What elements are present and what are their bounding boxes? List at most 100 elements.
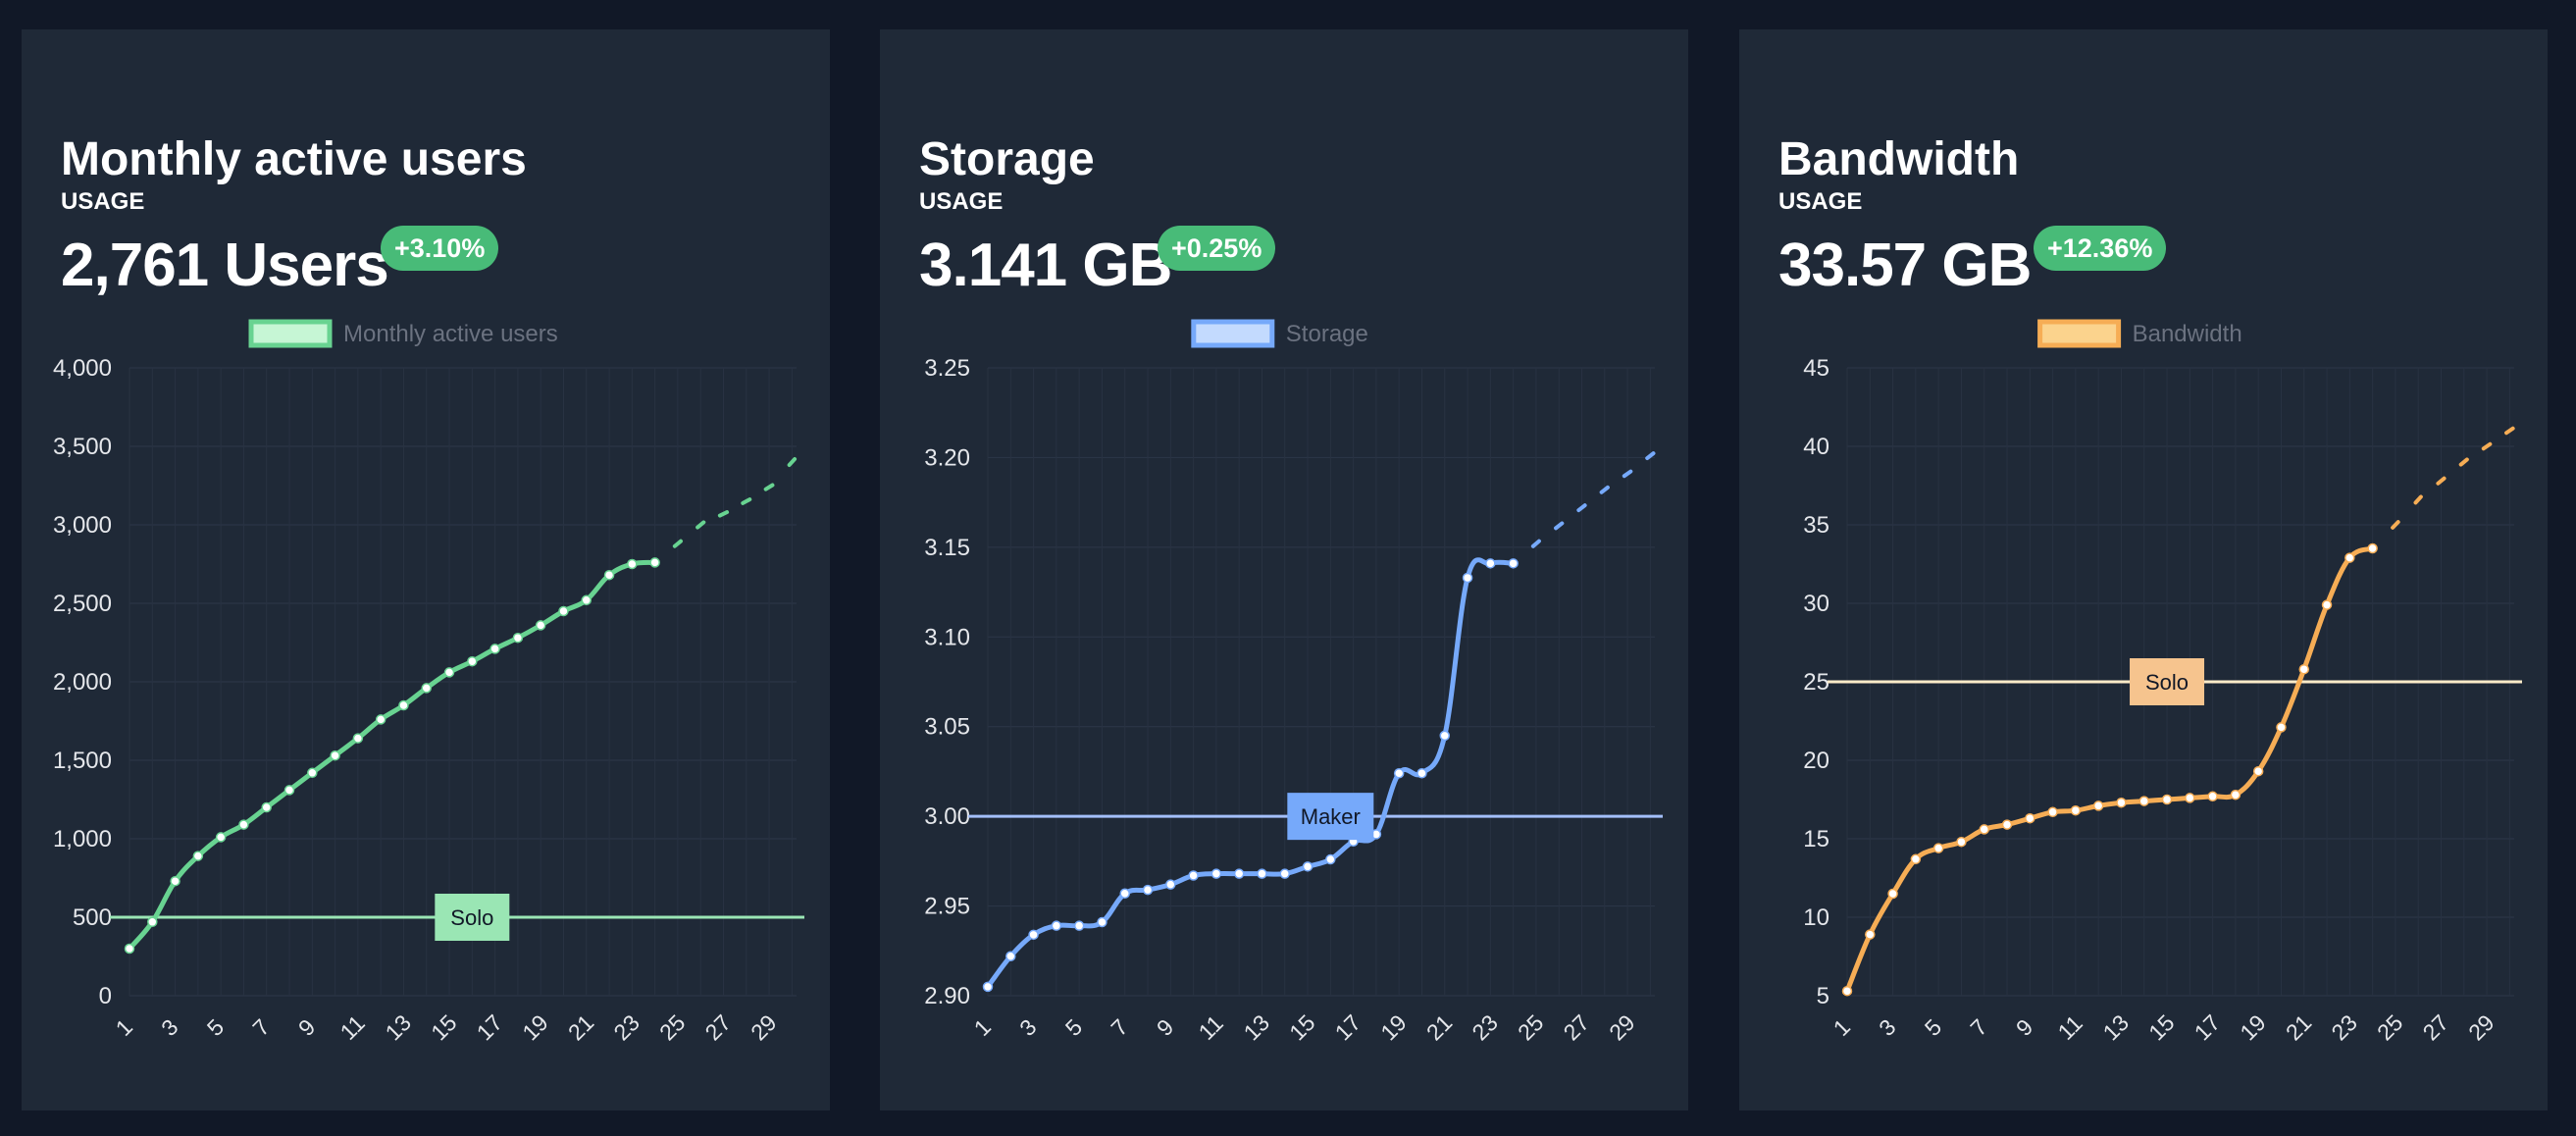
chart-monthly-active-users: Monthly active users 0 500 1,000 1,500 2,000 2… xyxy=(53,319,804,1046)
data-point xyxy=(2185,793,2195,803)
y-tick-label: 35 xyxy=(1803,512,1829,539)
x-tick-label: 3 xyxy=(1874,1014,1900,1041)
y-tick-label: 3,500 xyxy=(53,434,112,460)
data-point xyxy=(1932,843,1944,853)
y-tick-label: 500 xyxy=(73,904,112,931)
y-tick-label: 45 xyxy=(1803,355,1829,382)
x-tick-label: 17 xyxy=(472,1009,507,1045)
series-line xyxy=(127,559,658,952)
x-tick-label: 21 xyxy=(2281,1009,2316,1045)
x-tick-label: 17 xyxy=(2190,1009,2225,1045)
card-monthly-active-users: Monthly active users USAGE 2,761 Users +… xyxy=(22,29,830,1110)
data-point xyxy=(1051,920,1062,931)
data-point xyxy=(1887,888,1898,900)
data-point xyxy=(1462,572,1473,584)
data-point xyxy=(1257,868,1267,879)
forecast-point xyxy=(2391,520,2400,530)
data-point xyxy=(581,594,592,606)
legend-label: Monthly active users xyxy=(343,321,558,347)
chart-storage: Storage 2.90 2.95 3.00 3.05 3.10 3.15 3.20 3.25 1… xyxy=(924,319,1663,1046)
data-point xyxy=(2230,789,2241,800)
x-tick-label: 7 xyxy=(1965,1014,1991,1041)
data-point xyxy=(489,644,500,654)
data-point xyxy=(1956,836,1967,848)
data-point xyxy=(375,714,386,725)
data-point xyxy=(1005,951,1016,962)
x-tick-label: 17 xyxy=(1330,1009,1365,1045)
grid xyxy=(987,367,1655,997)
data-point xyxy=(147,916,158,928)
y-tick-label: 3.10 xyxy=(924,624,970,650)
data-point xyxy=(1073,920,1085,931)
forecast-point xyxy=(1622,469,1633,479)
forecast-point xyxy=(2413,494,2423,505)
data-point xyxy=(307,767,318,779)
forecast-point xyxy=(2504,426,2515,436)
y-tick-label: 3.20 xyxy=(924,444,970,471)
data-point xyxy=(1439,730,1451,742)
series-line xyxy=(985,557,1517,990)
x-tick-label: 25 xyxy=(654,1009,690,1045)
legend-swatch xyxy=(2037,319,2122,348)
y-tick-label: 3.05 xyxy=(924,714,970,741)
card-storage: Storage USAGE 3.141 GB +0.25% Storage 2.9… xyxy=(880,29,1688,1110)
data-point xyxy=(1325,853,1336,865)
data-point xyxy=(535,620,546,631)
x-tick-label: 11 xyxy=(2053,1010,2087,1045)
x-tick-label: 19 xyxy=(517,1009,552,1045)
y-tick-label: 4,000 xyxy=(53,355,112,382)
data-point xyxy=(261,801,272,813)
data-point xyxy=(1279,868,1290,879)
x-tick-label: 1 xyxy=(969,1014,996,1041)
data-point xyxy=(467,655,478,667)
forecast-point xyxy=(1576,503,1587,513)
y-tick-label: 2,000 xyxy=(53,669,112,696)
x-tick-label: 11 xyxy=(1194,1010,1228,1045)
data-point xyxy=(421,683,432,694)
forecast-point xyxy=(672,539,683,548)
x-tick-label: 29 xyxy=(746,1009,781,1045)
y-tick-label: 3,000 xyxy=(53,512,112,539)
y-tick-label: 10 xyxy=(1803,904,1829,931)
data-point xyxy=(2321,599,2333,610)
x-tick-label: 13 xyxy=(381,1009,416,1045)
series-line xyxy=(1844,545,2376,994)
x-tick-label: 21 xyxy=(1421,1009,1457,1045)
data-point xyxy=(1910,853,1922,865)
data-point xyxy=(192,851,204,861)
data-point xyxy=(1417,768,1427,779)
x-tick-label: 21 xyxy=(563,1009,598,1045)
data-point xyxy=(512,632,524,644)
y-tick-label: 15 xyxy=(1803,826,1829,852)
data-point xyxy=(1211,868,1222,879)
y-tick-label: 1,000 xyxy=(53,826,112,852)
x-tick-label: 9 xyxy=(293,1014,320,1041)
data-point xyxy=(2252,765,2264,777)
data-point xyxy=(558,605,569,617)
data-point xyxy=(2116,797,2127,808)
forecast-point xyxy=(2481,441,2493,451)
x-tick-label: 13 xyxy=(1239,1009,1274,1045)
x-tick-label: 27 xyxy=(700,1009,736,1045)
y-tick-label: 20 xyxy=(1803,748,1829,774)
x-tick-label: 15 xyxy=(1284,1009,1319,1045)
data-point xyxy=(2207,791,2218,802)
data-point xyxy=(1393,768,1405,779)
x-tick-label: 7 xyxy=(247,1014,274,1041)
x-tick-label: 3 xyxy=(1014,1014,1041,1041)
data-point xyxy=(1233,868,1245,879)
data-point xyxy=(1979,824,1989,835)
data-point xyxy=(1302,861,1314,872)
forecast-point xyxy=(2458,457,2469,467)
threshold-label: Solo xyxy=(2145,670,2189,695)
y-tick-label: 2.90 xyxy=(924,983,970,1009)
data-point xyxy=(1165,879,1176,890)
card-bandwidth: Bandwidth USAGE 33.57 GB +12.36% Bandwid… xyxy=(1739,29,2548,1110)
legend-label: Storage xyxy=(1286,321,1368,347)
x-tick-label: 11 xyxy=(335,1010,370,1045)
y-tick-label: 2,500 xyxy=(53,591,112,617)
x-tick-label: 19 xyxy=(1375,1009,1411,1045)
y-tick-label: 5 xyxy=(1817,983,1829,1009)
forecast-point xyxy=(717,510,730,518)
data-point xyxy=(398,699,409,711)
